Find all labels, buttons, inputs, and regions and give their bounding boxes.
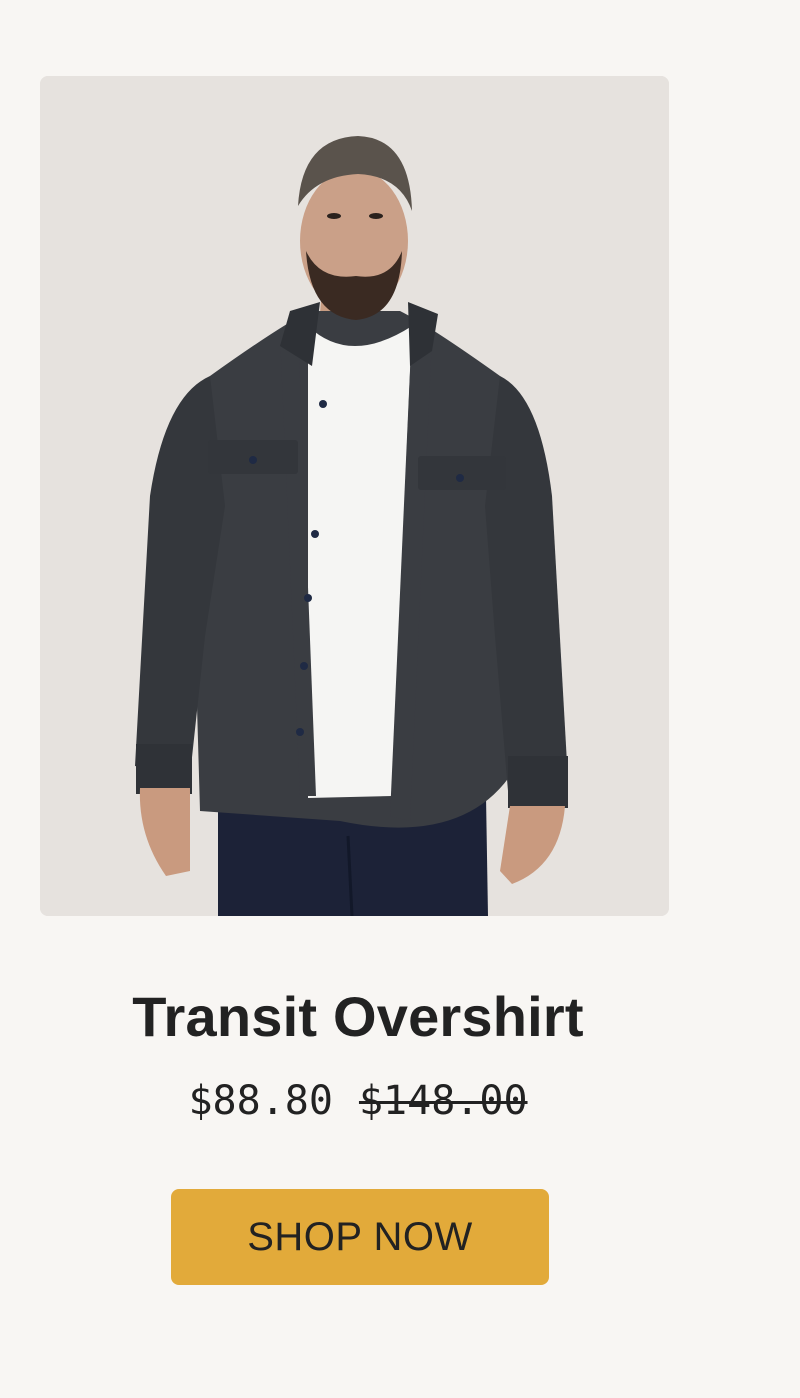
product-title[interactable]: Transit Overshirt — [0, 982, 716, 1052]
sale-price: $88.80 — [188, 1078, 333, 1124]
product-image[interactable] — [40, 76, 669, 916]
model-illustration — [40, 76, 669, 916]
original-price: $148.00 — [358, 1078, 528, 1124]
shop-now-button[interactable]: SHOP NOW — [171, 1189, 549, 1285]
price-row: $88.80 $148.00 — [0, 1074, 716, 1128]
product-card: Transit Overshirt $88.80 $148.00 SHOP NOW — [0, 0, 800, 1398]
